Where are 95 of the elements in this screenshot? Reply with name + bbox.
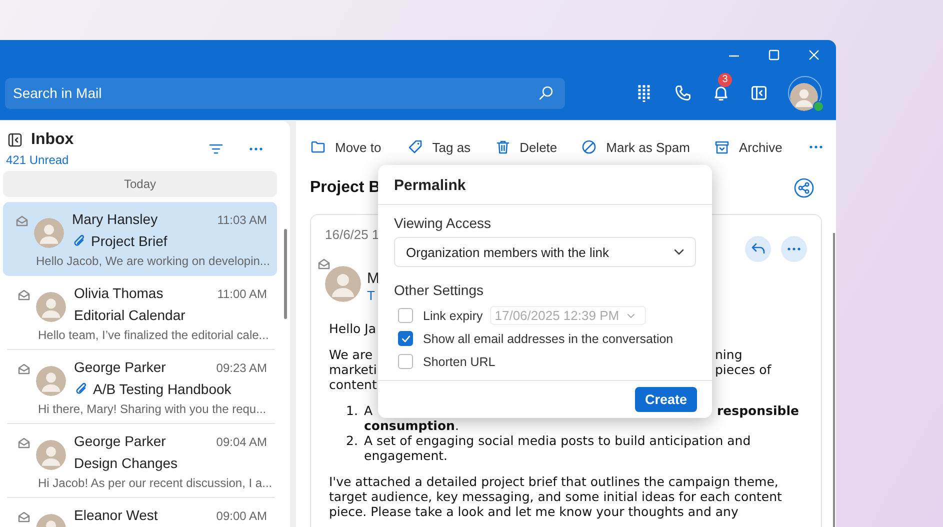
- mail-subject: A/B Testing Handbook: [93, 381, 232, 397]
- section-label: Viewing Access: [394, 215, 492, 231]
- search-icon: [538, 84, 554, 100]
- access-dropdown[interactable]: Organization members with the link: [394, 237, 696, 267]
- envelope-icon: [17, 510, 31, 524]
- share-icon[interactable]: [794, 178, 814, 198]
- received-time: 09:04 AM: [216, 435, 267, 449]
- mail-subject: Design Changes: [74, 455, 178, 471]
- received-time: 09:23 AM: [216, 361, 267, 375]
- folder-icon: [310, 139, 326, 155]
- more-icon[interactable]: [808, 144, 824, 150]
- body-text: responsible: [717, 403, 799, 418]
- scrollbar-thumb[interactable]: [284, 229, 287, 319]
- mail-preview: Hi there, Mary! Sharing with you the requ...: [38, 402, 267, 416]
- body-text: consumption.: [364, 418, 459, 433]
- mail-item[interactable]: George Parker 09:23 AM A/B Testing Handbook Hi there, Mary! Sharing with you the requ...: [7, 350, 275, 424]
- dialog-title: Permalink: [378, 165, 712, 205]
- scrollbar-thumb[interactable]: [833, 233, 835, 527]
- avatar-icon: [36, 366, 66, 396]
- archive-box-icon: [714, 139, 730, 155]
- sender-name: George Parker: [74, 433, 166, 449]
- list-number: 1.: [345, 403, 359, 420]
- list-number: 2.: [345, 433, 359, 450]
- body-text: A: [364, 403, 373, 418]
- unread-count: 421 Unread: [6, 153, 70, 167]
- body-text: ning: [715, 347, 742, 362]
- create-button[interactable]: Create: [634, 387, 697, 412]
- dropdown-value: Organization members with the link: [406, 244, 610, 260]
- option-label: Link expiry: [423, 308, 483, 322]
- mail-preview: Hello Jacob, We are working on developin...: [36, 254, 267, 268]
- sender-name: Olivia Thomas: [74, 285, 164, 301]
- envelope-icon: [317, 257, 331, 271]
- blocked-icon: [581, 139, 598, 155]
- message-date: 16/6/25 1: [325, 227, 380, 244]
- reply-button[interactable]: [745, 236, 771, 262]
- sender-name: George Parker: [74, 359, 166, 375]
- mail-subject: Editorial Calendar: [74, 307, 186, 323]
- avatar-icon: [325, 266, 361, 302]
- received-time: 11:00 AM: [217, 287, 267, 301]
- notification-badge: 3: [718, 73, 732, 87]
- body-text: A set of engaging social media posts to build anticipation and: [364, 433, 751, 448]
- envelope-icon: [17, 436, 31, 450]
- body-text: Hello Ja: [329, 321, 376, 336]
- search-field[interactable]: Search in Mail: [5, 78, 565, 108]
- toolbar-button[interactable]: Archive: [714, 139, 782, 155]
- body-text: content: [329, 377, 377, 392]
- trash-icon: [494, 139, 511, 155]
- toolbar-button[interactable]: Mark as Spam: [581, 139, 690, 155]
- body-text: I've attached a detailed project brief that outlines the campaign theme,: [329, 474, 778, 489]
- checkbox[interactable]: [398, 354, 413, 369]
- avatar-icon: [34, 218, 64, 248]
- collapse-pane-icon[interactable]: [7, 132, 23, 148]
- body-text: pieces of: [715, 362, 772, 377]
- envelope-icon: [15, 214, 29, 228]
- received-time: 09:00 AM: [216, 509, 267, 523]
- body-text: piece. Please take a look and let me know your thoughts and any: [329, 504, 738, 519]
- recipient-link[interactable]: T: [367, 288, 380, 303]
- checkbox[interactable]: [398, 331, 413, 346]
- date-value: 17/06/2025 12:39 PM: [494, 308, 620, 323]
- date-group-header: Today: [3, 171, 277, 197]
- tag-icon: [407, 139, 424, 155]
- mail-preview: Hello team, I’ve finalized the editorial cale...: [38, 328, 267, 342]
- avatar-icon: [36, 292, 66, 322]
- body-text: target audience, key messaging, and some initial ideas for each content: [329, 489, 782, 504]
- more-icon: [786, 246, 802, 252]
- avatar-icon: [36, 440, 66, 470]
- checkmark-icon: [400, 332, 412, 344]
- mail-item[interactable]: Mary Hansley 11:03 AM Project Brief Hello Jacob, We are working on developin...: [3, 202, 277, 276]
- checkbox[interactable]: [398, 308, 413, 323]
- close-icon[interactable]: [807, 48, 821, 62]
- section-label: Other Settings: [394, 282, 484, 298]
- mail-item[interactable]: Olivia Thomas 11:00 AM Editorial Calendar Hello team, I’ve finalized the editorial cale...: [7, 276, 275, 350]
- received-time: 11:03 AM: [217, 213, 267, 227]
- profile-avatar[interactable]: [790, 82, 818, 110]
- bell-icon[interactable]: [712, 84, 730, 102]
- body-text: marketi: [329, 362, 377, 377]
- option-label: Show all email addresses in the conversation: [423, 332, 674, 346]
- mail-item[interactable]: Eleanor West 09:00 AM: [7, 498, 275, 527]
- body-text: We are: [329, 347, 373, 362]
- sender-name: Eleanor West: [74, 507, 158, 523]
- mail-subject: Project Brief: [91, 233, 168, 249]
- toolbar-button[interactable]: Delete: [494, 139, 558, 155]
- toolbar-button[interactable]: Tag as: [407, 139, 471, 155]
- envelope-icon: [17, 288, 31, 302]
- envelope-icon: [17, 362, 31, 376]
- phone-icon[interactable]: [674, 84, 692, 102]
- panel-icon[interactable]: [750, 84, 768, 102]
- folder-title: Inbox: [31, 131, 74, 149]
- mail-item[interactable]: George Parker 09:04 AM Design Changes Hi Jacob! As per our recent discussion, I a...: [7, 424, 275, 498]
- more-icon[interactable]: [248, 146, 264, 152]
- toolbar-button[interactable]: Move to: [310, 139, 382, 155]
- sender-name: Mary Hansley: [72, 211, 158, 227]
- body-text: engagement.: [364, 448, 448, 463]
- option-label: Shorten URL: [423, 354, 496, 368]
- maximize-icon[interactable]: [767, 48, 781, 62]
